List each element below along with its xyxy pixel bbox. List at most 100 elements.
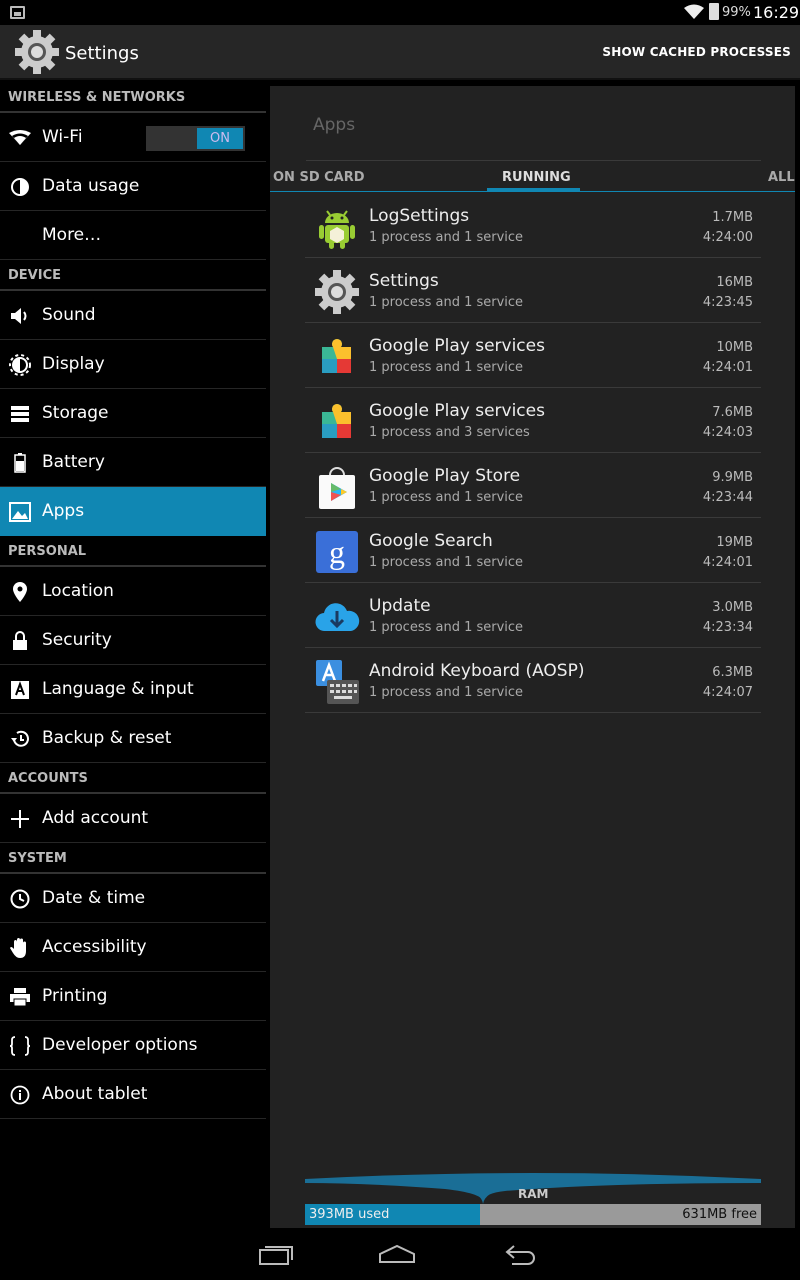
running-app-row[interactable]: Google Play Store 1 process and 1 servic… bbox=[305, 453, 761, 518]
sidebar-item-accessibility[interactable]: Accessibility bbox=[0, 923, 266, 972]
wifi-toggle[interactable]: ON bbox=[146, 126, 245, 151]
sidebar-item-label: Storage bbox=[42, 403, 109, 423]
battery-percent: 99% bbox=[722, 5, 751, 20]
running-app-row[interactable]: Google Play services 1 process and 3 ser… bbox=[305, 388, 761, 453]
app-name: Google Play services bbox=[369, 336, 545, 356]
sidebar-item-label: Sound bbox=[42, 305, 96, 325]
app-processes: 1 process and 1 service bbox=[369, 230, 524, 245]
divider bbox=[306, 160, 761, 161]
app-uptime: 4:24:00 bbox=[702, 230, 753, 245]
sidebar-item-language-input[interactable]: Language & input bbox=[0, 665, 266, 714]
sidebar-item-about-tablet[interactable]: About tablet bbox=[0, 1070, 266, 1119]
wifi-signal-icon bbox=[684, 4, 704, 19]
running-app-row[interactable]: Update 1 process and 1 service 3.0MB 4:2… bbox=[305, 583, 761, 648]
tab-running[interactable]: RUNNING bbox=[502, 170, 571, 185]
sidebar-item-label: About tablet bbox=[42, 1084, 148, 1104]
backup-icon bbox=[8, 727, 32, 751]
show-cached-processes-button[interactable]: SHOW CACHED PROCESSES bbox=[602, 45, 791, 59]
puzzle-icon bbox=[322, 339, 351, 373]
app-memory: 10MB bbox=[716, 340, 753, 355]
sidebar-item-display[interactable]: Display bbox=[0, 340, 266, 389]
sidebar-item-data-usage[interactable]: Data usage bbox=[0, 162, 266, 211]
sidebar-item-label: Apps bbox=[42, 501, 85, 521]
hand-icon bbox=[8, 936, 32, 960]
sidebar-item-add-account[interactable]: Add account bbox=[0, 794, 266, 843]
plus-icon bbox=[8, 807, 32, 831]
page-title: Settings bbox=[65, 43, 139, 64]
apps-panel: Apps ON SD CARD RUNNING ALL LogSettings … bbox=[270, 86, 795, 1228]
running-app-row[interactable]: Android Keyboard (AOSP) 1 process and 1 … bbox=[305, 648, 761, 713]
data-usage-icon bbox=[8, 175, 32, 199]
sidebar-item-label: Location bbox=[42, 581, 114, 601]
section-header: SYSTEM bbox=[0, 843, 266, 874]
tab-on-sd-card[interactable]: ON SD CARD bbox=[273, 170, 365, 185]
svg-text:g: g bbox=[329, 534, 345, 570]
app-processes: 1 process and 3 services bbox=[369, 425, 530, 440]
sidebar-item-label: Wi-Fi bbox=[42, 127, 83, 147]
ram-free: 631MB free bbox=[480, 1204, 761, 1225]
section-header: DEVICE bbox=[0, 260, 266, 291]
toggle-state: ON bbox=[197, 128, 243, 149]
android-icon bbox=[319, 210, 355, 249]
app-processes: 1 process and 1 service bbox=[369, 490, 524, 505]
app-memory: 7.6MB bbox=[712, 405, 753, 420]
printer-icon bbox=[8, 985, 32, 1009]
app-memory: 19MB bbox=[716, 535, 753, 550]
sidebar-item-battery[interactable]: Battery bbox=[0, 438, 266, 487]
app-processes: 1 process and 1 service bbox=[369, 685, 524, 700]
app-processes: 1 process and 1 service bbox=[369, 360, 524, 375]
running-app-row[interactable]: g Google Search 1 process and 1 service … bbox=[305, 518, 761, 583]
app-uptime: 4:23:44 bbox=[702, 490, 753, 505]
app-memory: 16MB bbox=[716, 275, 753, 290]
sidebar-item-developer-options[interactable]: Developer options bbox=[0, 1021, 266, 1070]
ram-used: 393MB used bbox=[305, 1204, 480, 1225]
running-app-row[interactable]: LogSettings 1 process and 1 service 1.7M… bbox=[305, 193, 761, 258]
sidebar-item-more[interactable]: More… bbox=[0, 211, 266, 260]
sidebar-item-storage[interactable]: Storage bbox=[0, 389, 266, 438]
sidebar-item-label: More… bbox=[42, 225, 102, 245]
panel-header: Apps bbox=[313, 115, 356, 135]
image-notification-icon bbox=[10, 6, 25, 19]
sidebar-item-printing[interactable]: Printing bbox=[0, 972, 266, 1021]
recent-apps-icon[interactable] bbox=[258, 1242, 294, 1266]
navigation-bar bbox=[0, 1230, 800, 1280]
back-icon[interactable] bbox=[504, 1242, 540, 1266]
ram-usage-bar: RAM 393MB used 631MB free bbox=[305, 1171, 761, 1227]
tab-all[interactable]: ALL bbox=[768, 170, 795, 185]
app-name: Google Search bbox=[369, 531, 493, 551]
running-app-row[interactable]: Google Play services 1 process and 1 ser… bbox=[305, 323, 761, 388]
app-uptime: 4:24:07 bbox=[702, 685, 753, 700]
settings-gear-icon[interactable] bbox=[14, 29, 60, 75]
sidebar-item-apps[interactable]: Apps bbox=[0, 487, 266, 536]
clock: 16:29 bbox=[753, 3, 800, 22]
location-icon bbox=[8, 580, 32, 604]
sidebar-item-date-time[interactable]: Date & time bbox=[0, 874, 266, 923]
sidebar-item-backup-reset[interactable]: Backup & reset bbox=[0, 714, 266, 763]
sidebar-item-location[interactable]: Location bbox=[0, 567, 266, 616]
puzzle-icon bbox=[322, 404, 351, 438]
app-memory: 3.0MB bbox=[712, 600, 753, 615]
sidebar-item-sound[interactable]: Sound bbox=[0, 291, 266, 340]
home-icon[interactable] bbox=[378, 1242, 416, 1266]
running-app-row[interactable]: Settings 1 process and 1 service 16MB 4:… bbox=[305, 258, 761, 323]
app-processes: 1 process and 1 service bbox=[369, 555, 524, 570]
sidebar-item-label: Language & input bbox=[42, 679, 194, 699]
info-icon bbox=[8, 1083, 32, 1107]
app-uptime: 4:24:01 bbox=[702, 555, 753, 570]
cloud-download-icon bbox=[315, 603, 360, 632]
app-name: Update bbox=[369, 596, 431, 616]
sidebar-item-security[interactable]: Security bbox=[0, 616, 266, 665]
app-memory: 9.9MB bbox=[712, 470, 753, 485]
storage-icon bbox=[8, 402, 32, 426]
action-bar: Settings SHOW CACHED PROCESSES bbox=[0, 25, 800, 80]
sound-icon bbox=[8, 304, 32, 328]
clock-icon bbox=[8, 887, 32, 911]
display-icon bbox=[8, 353, 32, 377]
language-icon bbox=[8, 678, 32, 702]
app-uptime: 4:24:03 bbox=[702, 425, 753, 440]
sidebar-item-wifi[interactable]: Wi-Fi ON bbox=[0, 113, 266, 162]
app-uptime: 4:23:45 bbox=[702, 295, 753, 310]
sidebar-item-label: Battery bbox=[42, 452, 105, 472]
app-processes: 1 process and 1 service bbox=[369, 620, 524, 635]
google-search-icon: g bbox=[316, 531, 358, 573]
